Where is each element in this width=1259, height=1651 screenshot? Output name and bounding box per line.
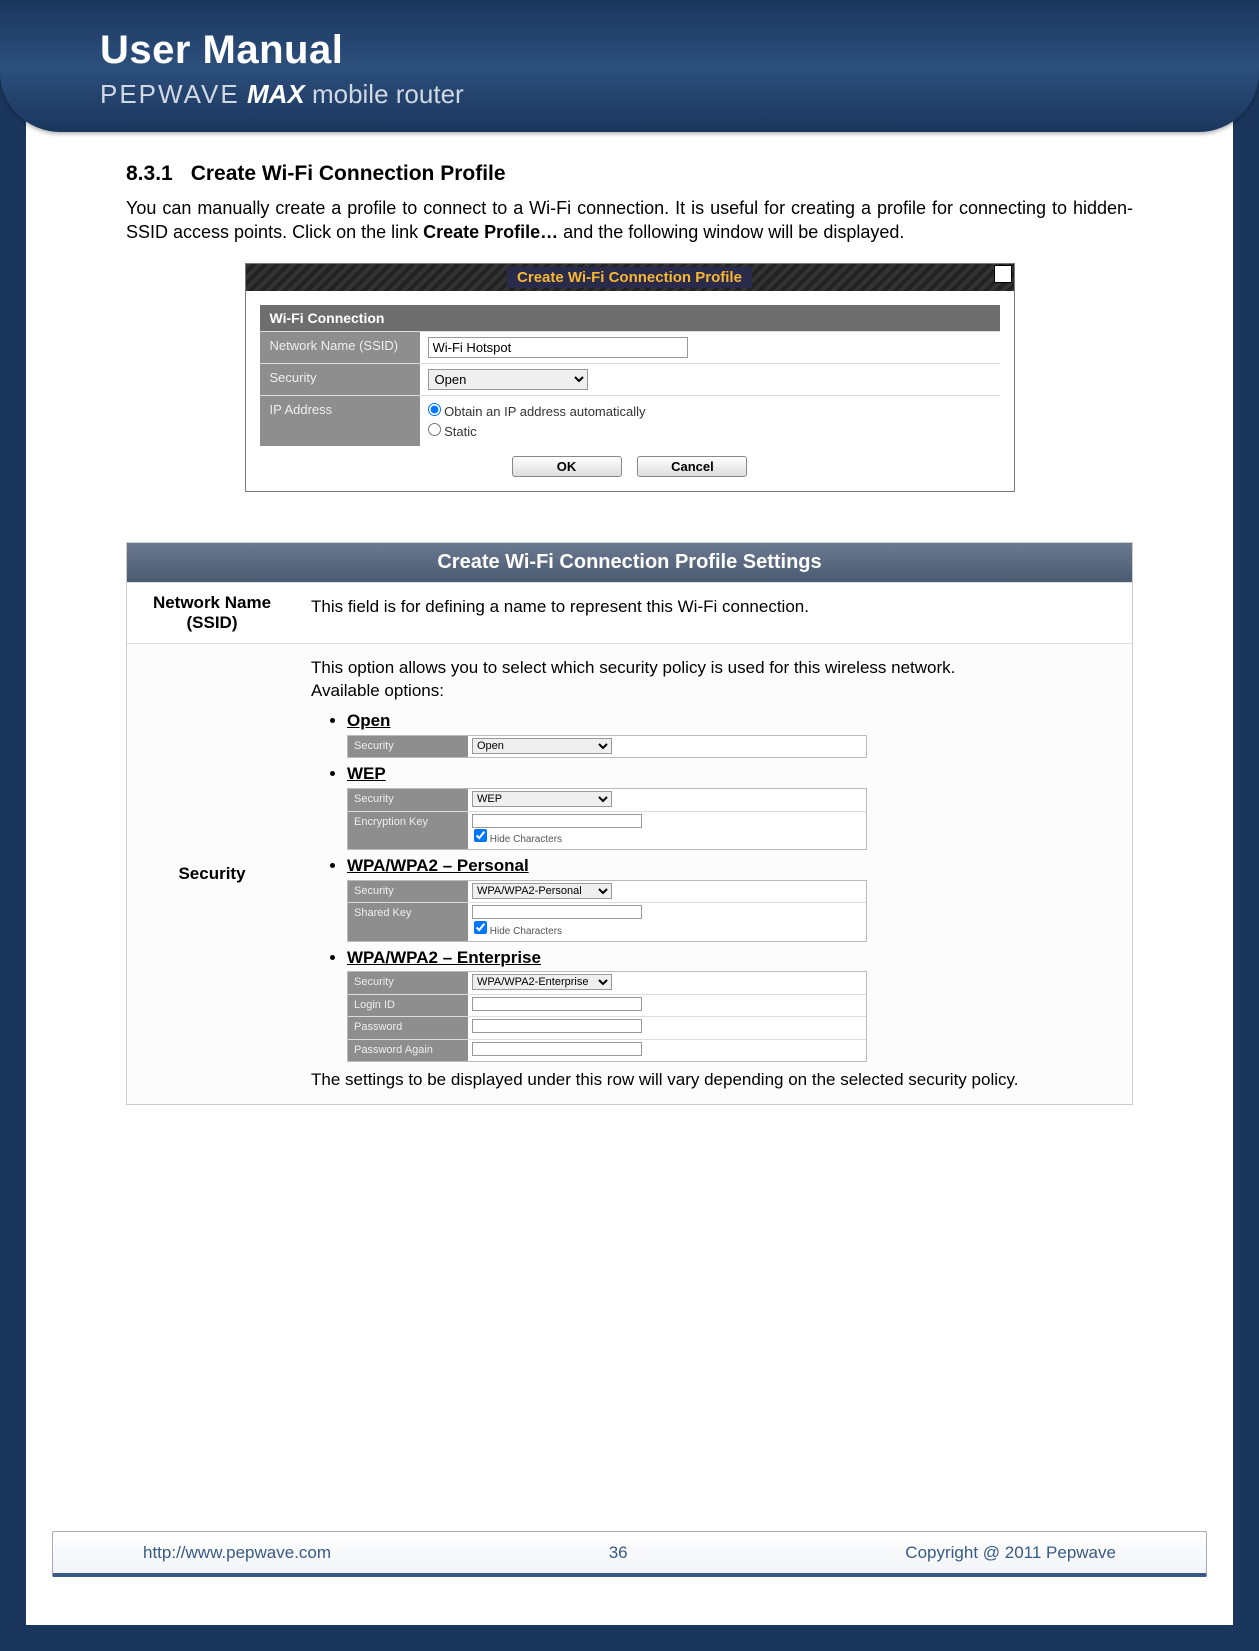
opt-open: Open xyxy=(347,711,390,730)
settings-table: Create Wi-Fi Connection Profile Settings… xyxy=(126,542,1133,1105)
mini-wpap-key[interactable] xyxy=(472,905,642,919)
cancel-button[interactable]: Cancel xyxy=(637,456,747,477)
doc-header: User Manual PEPWAVE MAX mobile router xyxy=(0,0,1259,132)
settings-row2-label: Security xyxy=(127,644,297,1104)
opt-wpa-personal: WPA/WPA2 – Personal xyxy=(347,856,529,875)
mini-open: SecurityOpen xyxy=(347,735,867,758)
ip-auto-label: Obtain an IP address automatically xyxy=(444,404,645,419)
tagline: mobile router xyxy=(312,79,464,109)
settings-row1-desc: This field is for defining a name to rep… xyxy=(297,583,1132,643)
ip-static-label: Static xyxy=(444,424,477,439)
section-number: 8.3.1 xyxy=(126,162,173,186)
mini-wep: SecurityWEP Encryption Key Hide Characte… xyxy=(347,788,867,850)
opt-wep: WEP xyxy=(347,764,386,783)
settings-table-head: Create Wi-Fi Connection Profile Settings xyxy=(127,543,1132,582)
page-footer: http://www.pepwave.com 36 Copyright @ 20… xyxy=(52,1531,1207,1577)
security-outro: The settings to be displayed under this … xyxy=(311,1068,1118,1092)
security-label: Security xyxy=(260,364,420,395)
mini-wep-hide[interactable] xyxy=(474,829,487,842)
mini-wep-key[interactable] xyxy=(472,814,642,828)
ssid-input[interactable] xyxy=(428,337,688,358)
security-intro1: This option allows you to select which s… xyxy=(311,656,1118,680)
dialog-section-head: Wi-Fi Connection xyxy=(260,305,1000,331)
opt-wpa-enterprise: WPA/WPA2 – Enterprise xyxy=(347,948,541,967)
section-heading: 8.3.1 Create Wi-Fi Connection Profile xyxy=(126,162,1133,186)
mini-wpae-pw[interactable] xyxy=(472,1019,642,1033)
mini-wpa-enterprise: SecurityWPA/WPA2-Enterprise Login ID Pas… xyxy=(347,971,867,1062)
doc-subtitle: PEPWAVE MAX mobile router xyxy=(100,79,1259,110)
mini-wpa-personal: SecurityWPA/WPA2-Personal Shared Key Hid… xyxy=(347,880,867,942)
footer-copyright: Copyright @ 2011 Pepwave xyxy=(905,1543,1116,1563)
product-name: MAX xyxy=(247,79,305,109)
section-intro: You can manually create a profile to con… xyxy=(126,196,1133,245)
security-select[interactable]: Open xyxy=(428,369,588,390)
footer-url: http://www.pepwave.com xyxy=(143,1543,331,1563)
settings-row1-label: Network Name(SSID) xyxy=(127,583,297,643)
mini-open-select[interactable]: Open xyxy=(472,738,612,754)
mini-wpap-hide[interactable] xyxy=(474,921,487,934)
dialog-title-text: Create Wi-Fi Connection Profile xyxy=(507,267,752,288)
create-profile-dialog: Create Wi-Fi Connection Profile ✕ Wi-Fi … xyxy=(245,263,1015,492)
dialog-titlebar: Create Wi-Fi Connection Profile ✕ xyxy=(246,264,1014,291)
ip-auto-radio[interactable] xyxy=(428,403,441,416)
doc-title: User Manual xyxy=(100,28,1259,73)
section-title: Create Wi-Fi Connection Profile xyxy=(191,162,506,185)
security-intro2: Available options: xyxy=(311,679,1118,703)
brand-name: PEPWAVE xyxy=(100,79,240,109)
mini-wpae-login[interactable] xyxy=(472,997,642,1011)
close-icon[interactable]: ✕ xyxy=(994,265,1012,283)
ssid-label: Network Name (SSID) xyxy=(260,332,420,363)
mini-wpap-select[interactable]: WPA/WPA2-Personal xyxy=(472,883,612,899)
mini-wpae-pw2[interactable] xyxy=(472,1042,642,1056)
ip-static-radio[interactable] xyxy=(428,423,441,436)
ipaddress-label: IP Address xyxy=(260,396,420,446)
footer-page: 36 xyxy=(609,1543,628,1563)
mini-wep-select[interactable]: WEP xyxy=(472,791,612,807)
mini-wpae-select[interactable]: WPA/WPA2-Enterprise xyxy=(472,974,612,990)
ok-button[interactable]: OK xyxy=(512,456,622,477)
